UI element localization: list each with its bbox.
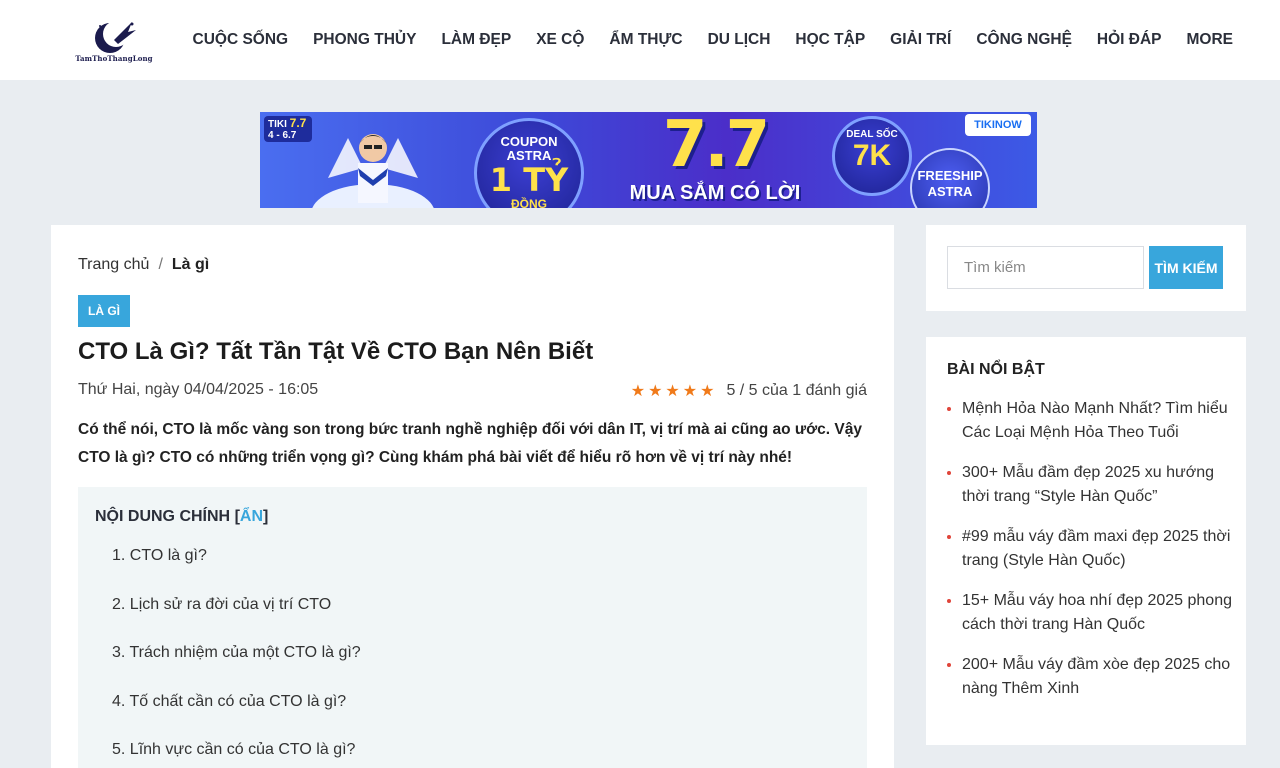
- nav-item-hoc-tap[interactable]: HỌC TẬP: [783, 31, 878, 49]
- toc-toggle-button[interactable]: ẨN: [240, 508, 263, 525]
- tiki-badge-dates: 4 - 6.7: [268, 130, 297, 141]
- tiki-badge-number: 7.7: [289, 116, 307, 130]
- logo-text: TamThoThangLong: [75, 54, 153, 63]
- featured-list: Mệnh Hỏa Nào Mạnh Nhất? Tìm hiểu Các Loạ…: [947, 397, 1232, 717]
- deal-value: 7K: [852, 139, 892, 172]
- toc-item[interactable]: 1. CTO là gì?: [112, 547, 361, 596]
- nav-item-lam-dep[interactable]: LÀM ĐẸP: [429, 31, 524, 49]
- nav-item-cuoc-song[interactable]: CUỘC SỐNG: [180, 31, 301, 49]
- featured-item-link[interactable]: 300+ Mẫu đầm đẹp 2025 xu hướng thời tran…: [962, 464, 1214, 505]
- article-date: Thứ Hai, ngày 04/04/2025 - 16:05: [78, 381, 319, 398]
- coupon-badge: COUPON ASTRA 1 TỶ ĐỒNG: [474, 118, 584, 208]
- nav-item-phong-thuy[interactable]: PHONG THỦY: [301, 31, 429, 49]
- featured-item-link[interactable]: 200+ Mẫu váy đầm xòe đẹp 2025 cho nàng T…: [962, 656, 1230, 697]
- toc-title: NỘI DUNG CHÍNH [ẨN]: [95, 508, 268, 526]
- rating-stars[interactable]: ★★★★★: [631, 381, 718, 401]
- toc-list: 1. CTO là gì? 2. Lịch sử ra đời của vị t…: [112, 547, 361, 768]
- article-intro: Có thể nói, CTO là mốc vàng son trong bứ…: [78, 421, 862, 466]
- table-of-contents: NỘI DUNG CHÍNH [ẨN] 1. CTO là gì? 2. Lịc…: [78, 487, 867, 768]
- search-input[interactable]: [947, 246, 1144, 289]
- nav-item-du-lich[interactable]: DU LỊCH: [695, 31, 783, 49]
- featured-item-link[interactable]: #99 mẫu váy đầm maxi đẹp 2025 thời trang…: [962, 528, 1230, 569]
- nav-item-more[interactable]: MORE: [1174, 31, 1246, 49]
- featured-item[interactable]: #99 mẫu váy đầm maxi đẹp 2025 thời trang…: [947, 525, 1232, 573]
- featured-item[interactable]: 15+ Mẫu váy hoa nhí đẹp 2025 phong cách …: [947, 589, 1232, 637]
- star-icon[interactable]: ★: [631, 383, 648, 400]
- toc-item[interactable]: 5. Lĩnh vực cần có của CTO là gì?: [112, 741, 361, 768]
- featured-item[interactable]: 200+ Mẫu váy đầm xòe đẹp 2025 cho nàng T…: [947, 653, 1232, 701]
- coupon-amount: 1 TỶ: [489, 161, 569, 199]
- featured-item[interactable]: Mệnh Hỏa Nào Mạnh Nhất? Tìm hiểu Các Loạ…: [947, 397, 1232, 445]
- deal-badge: DEAL SỐC 7K: [832, 116, 912, 196]
- bullet-icon: [947, 663, 951, 667]
- article-title: CTO Là Gì? Tất Tần Tật Về CTO Bạn Nên Bi…: [78, 338, 594, 365]
- star-icon[interactable]: ★: [683, 383, 700, 400]
- breadcrumb-current[interactable]: Là gì: [172, 256, 209, 273]
- article-rating: ★★★★★ 5 / 5 của 1 đánh giá: [631, 381, 867, 401]
- featured-posts-widget: BÀI NỔI BẬT Mệnh Hỏa Nào Mạnh Nhất? Tìm …: [926, 337, 1246, 745]
- coupon-line1: COUPON: [500, 134, 558, 149]
- nav-item-giai-tri[interactable]: GIẢI TRÍ: [878, 31, 964, 49]
- toc-item[interactable]: 4. Tố chất cần có của CTO là gì?: [112, 693, 361, 742]
- freeship-line1: FREESHIP: [917, 168, 983, 183]
- main-nav: CUỘC SỐNG PHONG THỦY LÀM ĐẸP XE CỘ ẨM TH…: [180, 0, 1246, 80]
- tiki-banner-ad[interactable]: TIKI 7.7 4 - 6.7 COUPON ASTRA 1 TỶ ĐỒNG 7…: [260, 112, 1037, 208]
- bullet-icon: [947, 599, 951, 603]
- star-icon[interactable]: ★: [665, 383, 682, 400]
- nav-item-cong-nghe[interactable]: CÔNG NGHỆ: [964, 31, 1085, 49]
- banner-big-number: 7.7: [662, 112, 770, 182]
- tiki-badge: TIKI 7.7 4 - 6.7: [264, 116, 312, 142]
- tikinow-logo: TIKINOW: [965, 114, 1031, 136]
- bullet-icon: [947, 407, 951, 411]
- nav-item-hoi-dap[interactable]: HỎI ĐÁP: [1084, 31, 1174, 49]
- nav-item-am-thuc[interactable]: ẨM THỰC: [597, 31, 695, 49]
- tiki-badge-label: TIKI: [268, 119, 287, 130]
- rating-text: 5 / 5 của 1 đánh giá: [726, 382, 867, 399]
- site-logo[interactable]: TamThoThangLong: [74, 16, 154, 66]
- moon-rocket-logo-icon: [95, 21, 136, 53]
- breadcrumb-home-link[interactable]: Trang chủ: [78, 256, 149, 273]
- toc-heading: NỘI DUNG CHÍNH: [95, 508, 231, 525]
- banner-slogan: MUA SẮM CÓ LỜI: [629, 182, 801, 204]
- breadcrumb: Trang chủ / Là gì: [78, 256, 209, 274]
- freeship-line2: ASTRA: [927, 184, 973, 199]
- category-badge[interactable]: LÀ GÌ: [78, 295, 130, 327]
- featured-title: BÀI NỔI BẬT: [947, 361, 1045, 378]
- search-button[interactable]: TÌM KIẾM: [1149, 246, 1223, 289]
- banner-person-illustration: [312, 134, 434, 208]
- featured-item-link[interactable]: Mệnh Hỏa Nào Mạnh Nhất? Tìm hiểu Các Loạ…: [962, 400, 1228, 441]
- featured-item[interactable]: 300+ Mẫu đầm đẹp 2025 xu hướng thời tran…: [947, 461, 1232, 509]
- toc-item[interactable]: 2. Lịch sử ra đời của vị trí CTO: [112, 596, 361, 645]
- bullet-icon: [947, 535, 951, 539]
- star-icon[interactable]: ★: [700, 383, 717, 400]
- toc-bracket-close: ]: [263, 508, 269, 525]
- bullet-icon: [947, 471, 951, 475]
- toc-item[interactable]: 3. Trách nhiệm của một CTO là gì?: [112, 644, 361, 693]
- freeship-badge: FREESHIP ASTRA: [910, 148, 990, 208]
- breadcrumb-separator: /: [158, 256, 163, 273]
- site-header: TamThoThangLong CUỘC SỐNG PHONG THỦY LÀM…: [0, 0, 1280, 80]
- star-icon[interactable]: ★: [648, 383, 665, 400]
- featured-item-link[interactable]: 15+ Mẫu váy hoa nhí đẹp 2025 phong cách …: [962, 592, 1232, 633]
- search-widget: TÌM KIẾM: [926, 225, 1246, 311]
- nav-item-xe-co[interactable]: XE CỘ: [524, 31, 597, 49]
- article-card: Trang chủ / Là gì LÀ GÌ CTO Là Gì? Tất Tần…: [51, 225, 894, 768]
